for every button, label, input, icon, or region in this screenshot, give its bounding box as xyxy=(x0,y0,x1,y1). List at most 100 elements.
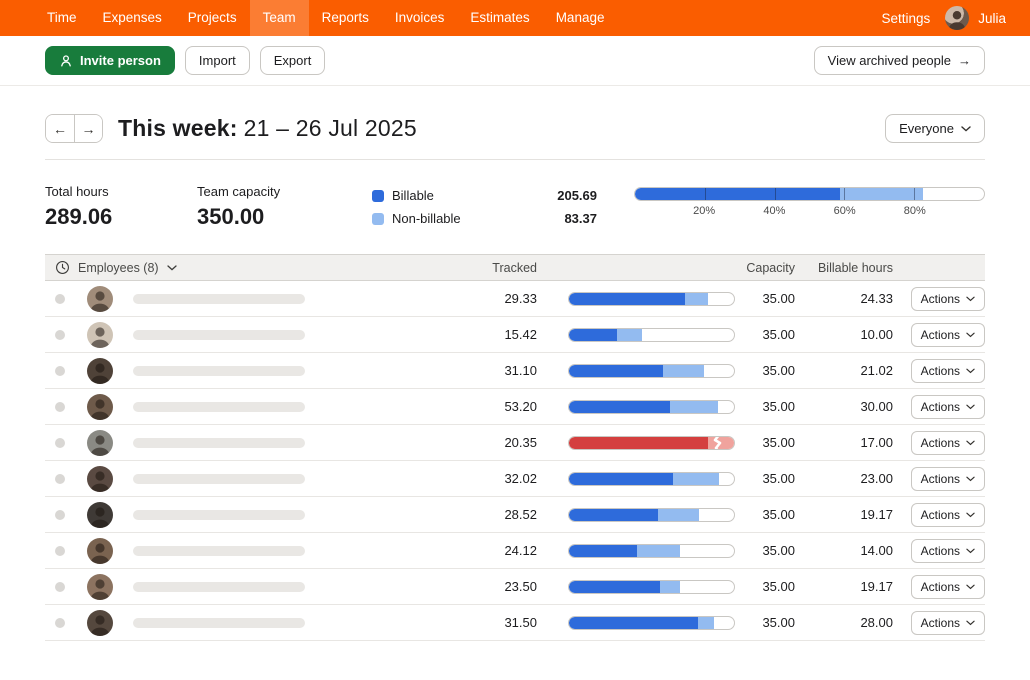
table-row: 20.3535.0017.00Actions xyxy=(45,425,985,461)
billable-hours-value: 21.02 xyxy=(795,363,893,378)
actions-dropdown-button[interactable]: Actions xyxy=(911,467,985,491)
actions-dropdown-button[interactable]: Actions xyxy=(911,539,985,563)
over-capacity-bar xyxy=(568,436,735,450)
hours-progress-bar xyxy=(568,616,735,630)
capacity-value: 35.00 xyxy=(735,399,795,414)
legend-value: 205.69 xyxy=(527,184,597,207)
stats-summary: Total hours 289.06 Team capacity 350.00 … xyxy=(0,160,1030,230)
everyone-filter-label: Everyone xyxy=(899,121,954,136)
employee-name-placeholder xyxy=(133,510,305,520)
employee-name-placeholder xyxy=(133,294,305,304)
actions-dropdown-button[interactable]: Actions xyxy=(911,395,985,419)
overview-tick-label: 40% xyxy=(763,205,785,217)
employee-name-placeholder xyxy=(133,546,305,556)
employee-avatar xyxy=(87,466,113,492)
chevron-down-icon xyxy=(966,620,975,626)
user-avatar[interactable] xyxy=(945,6,969,30)
week-date-range: 21 – 26 Jul 2025 xyxy=(244,115,417,141)
previous-week-button[interactable]: ← xyxy=(46,115,74,142)
team-capacity-label: Team capacity xyxy=(197,184,372,199)
employee-name-placeholder xyxy=(133,618,305,628)
actions-dropdown-button[interactable]: Actions xyxy=(911,287,985,311)
employee-avatar xyxy=(87,538,113,564)
actions-dropdown-button[interactable]: Actions xyxy=(911,359,985,383)
billable-segment xyxy=(569,365,663,377)
clock-icon xyxy=(55,260,70,275)
billable-hours-value: 30.00 xyxy=(795,399,893,414)
nav-item-time[interactable]: Time xyxy=(34,0,90,36)
nav-item-manage[interactable]: Manage xyxy=(543,0,618,36)
export-button[interactable]: Export xyxy=(260,46,326,75)
billable-hours-value: 14.00 xyxy=(795,543,893,558)
presence-dot-icon xyxy=(55,366,65,376)
billable-hours-value: 23.00 xyxy=(795,471,893,486)
actions-label: Actions xyxy=(921,508,960,522)
employee-name-placeholder xyxy=(133,474,305,484)
employee-name-placeholder xyxy=(133,438,305,448)
view-archived-people-button[interactable]: View archived people → xyxy=(814,46,985,75)
total-hours-stat: Total hours 289.06 xyxy=(45,184,197,230)
billable-hours-value: 10.00 xyxy=(795,327,893,342)
week-title-bold: This week: xyxy=(118,115,238,141)
chevron-down-icon xyxy=(167,265,177,271)
actions-dropdown-button[interactable]: Actions xyxy=(911,503,985,527)
table-header: Employees (8) Tracked Capacity Billable … xyxy=(45,254,985,281)
employee-avatar xyxy=(87,286,113,312)
week-header: ← → This week:21 – 26 Jul 2025 Everyone xyxy=(0,86,1030,143)
billable-legend-values: 205.6983.37 xyxy=(527,184,597,230)
total-hours-value: 289.06 xyxy=(45,204,197,230)
tracked-hours-value: 32.02 xyxy=(345,471,537,486)
actions-label: Actions xyxy=(921,616,960,630)
presence-dot-icon xyxy=(55,402,65,412)
next-week-button[interactable]: → xyxy=(74,115,102,142)
team-capacity-value: 350.00 xyxy=(197,204,372,230)
overview-tick xyxy=(844,188,845,200)
tracked-hours-value: 15.42 xyxy=(345,327,537,342)
actions-dropdown-button[interactable]: Actions xyxy=(911,575,985,599)
table-row: 31.1035.0021.02Actions xyxy=(45,353,985,389)
nav-item-estimates[interactable]: Estimates xyxy=(457,0,542,36)
legend-item: Non-billable xyxy=(372,207,527,230)
hours-progress-bar xyxy=(568,472,735,486)
actions-dropdown-button[interactable]: Actions xyxy=(911,431,985,455)
chevron-down-icon xyxy=(966,296,975,302)
table-row: 24.1235.0014.00Actions xyxy=(45,533,985,569)
nav-items: TimeExpensesProjectsTeamReportsInvoicesE… xyxy=(34,0,617,36)
nav-item-projects[interactable]: Projects xyxy=(175,0,250,36)
overview-tick-label: 20% xyxy=(693,205,715,217)
tracked-hours-value: 24.12 xyxy=(345,543,537,558)
capacity-value: 35.00 xyxy=(735,471,795,486)
chevron-down-icon xyxy=(966,476,975,482)
table-row: 23.5035.0019.17Actions xyxy=(45,569,985,605)
nav-settings[interactable]: Settings xyxy=(875,11,936,26)
nav-item-reports[interactable]: Reports xyxy=(309,0,382,36)
arrow-left-icon: ← xyxy=(53,121,67,137)
tracked-hours-value: 31.50 xyxy=(345,615,537,630)
hours-progress-bar xyxy=(568,508,735,522)
actions-dropdown-button[interactable]: Actions xyxy=(911,323,985,347)
nav-user-name[interactable]: Julia xyxy=(978,11,1006,26)
nav-item-expenses[interactable]: Expenses xyxy=(90,0,175,36)
toolbar: Invite person Import Export View archive… xyxy=(0,36,1030,86)
employee-avatar xyxy=(87,394,113,420)
actions-dropdown-button[interactable]: Actions xyxy=(911,611,985,635)
actions-label: Actions xyxy=(921,400,960,414)
chevron-down-icon xyxy=(966,548,975,554)
overflow-break-icon xyxy=(713,436,723,450)
overview-tick xyxy=(705,188,706,200)
nav-item-invoices[interactable]: Invoices xyxy=(382,0,458,36)
chevron-down-icon xyxy=(961,126,971,132)
everyone-filter-dropdown[interactable]: Everyone xyxy=(885,114,985,143)
week-nav-arrows: ← → xyxy=(45,114,103,143)
actions-label: Actions xyxy=(921,436,960,450)
import-button[interactable]: Import xyxy=(185,46,250,75)
chevron-down-icon xyxy=(966,368,975,374)
nav-item-team[interactable]: Team xyxy=(250,0,309,36)
actions-label: Actions xyxy=(921,292,960,306)
employees-header-dropdown[interactable]: Employees (8) xyxy=(45,260,345,275)
employee-name-placeholder xyxy=(133,402,305,412)
column-header-tracked: Tracked xyxy=(345,261,537,275)
invite-person-button[interactable]: Invite person xyxy=(45,46,175,75)
table-row: 31.5035.0028.00Actions xyxy=(45,605,985,641)
hours-progress-bar xyxy=(568,292,735,306)
